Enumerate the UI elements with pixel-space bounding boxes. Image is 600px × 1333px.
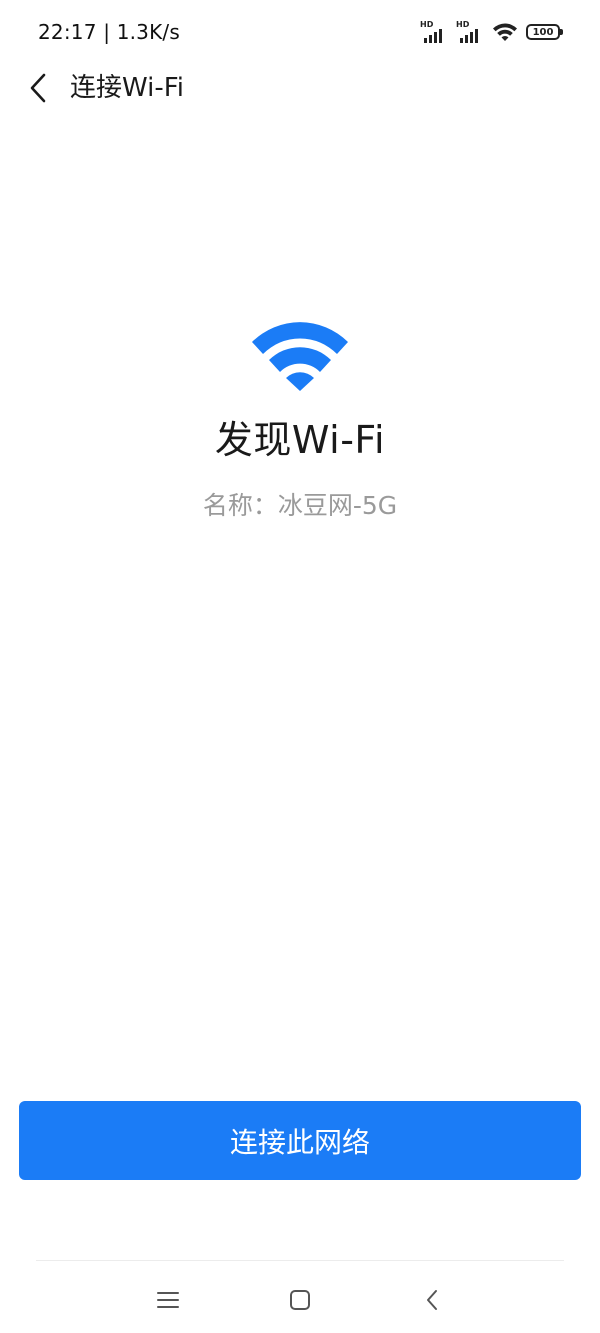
status-time: 22:17 | 1.3K/s — [38, 20, 180, 44]
header: 连接Wi-Fi — [0, 64, 600, 112]
signal-icon: HD — [456, 21, 484, 43]
hd-label: HD — [420, 20, 434, 29]
battery-icon: 100 — [526, 24, 563, 40]
back-button[interactable] — [20, 70, 56, 106]
wifi-status-icon — [493, 23, 517, 41]
wifi-hero: 发现Wi-Fi 名称：冰豆网-5G — [0, 318, 600, 522]
battery-level: 100 — [532, 26, 554, 38]
wifi-name-label: 名称：冰豆网-5G — [202, 491, 398, 520]
back-icon — [427, 1290, 437, 1310]
chevron-left-icon — [30, 73, 46, 103]
status-bar: 22:17 | 1.3K/s HD HD 100 — [0, 0, 600, 64]
connect-network-button[interactable]: 连接此网络 — [19, 1101, 581, 1180]
wifi-icon — [252, 322, 348, 391]
signal-icon: HD — [420, 21, 448, 43]
nav-divider — [36, 1260, 564, 1261]
page-title: 连接Wi-Fi — [70, 73, 185, 103]
home-button[interactable] — [282, 1282, 318, 1318]
menu-button[interactable] — [150, 1282, 186, 1318]
nav-back-button[interactable] — [414, 1282, 450, 1318]
status-icons: HD HD 100 — [420, 20, 563, 44]
wifi-found-title: 发现Wi-Fi — [214, 418, 386, 462]
hd-label: HD — [456, 20, 470, 29]
menu-icon — [157, 1292, 179, 1308]
home-icon — [290, 1290, 310, 1310]
navigation-bar — [0, 1262, 600, 1333]
